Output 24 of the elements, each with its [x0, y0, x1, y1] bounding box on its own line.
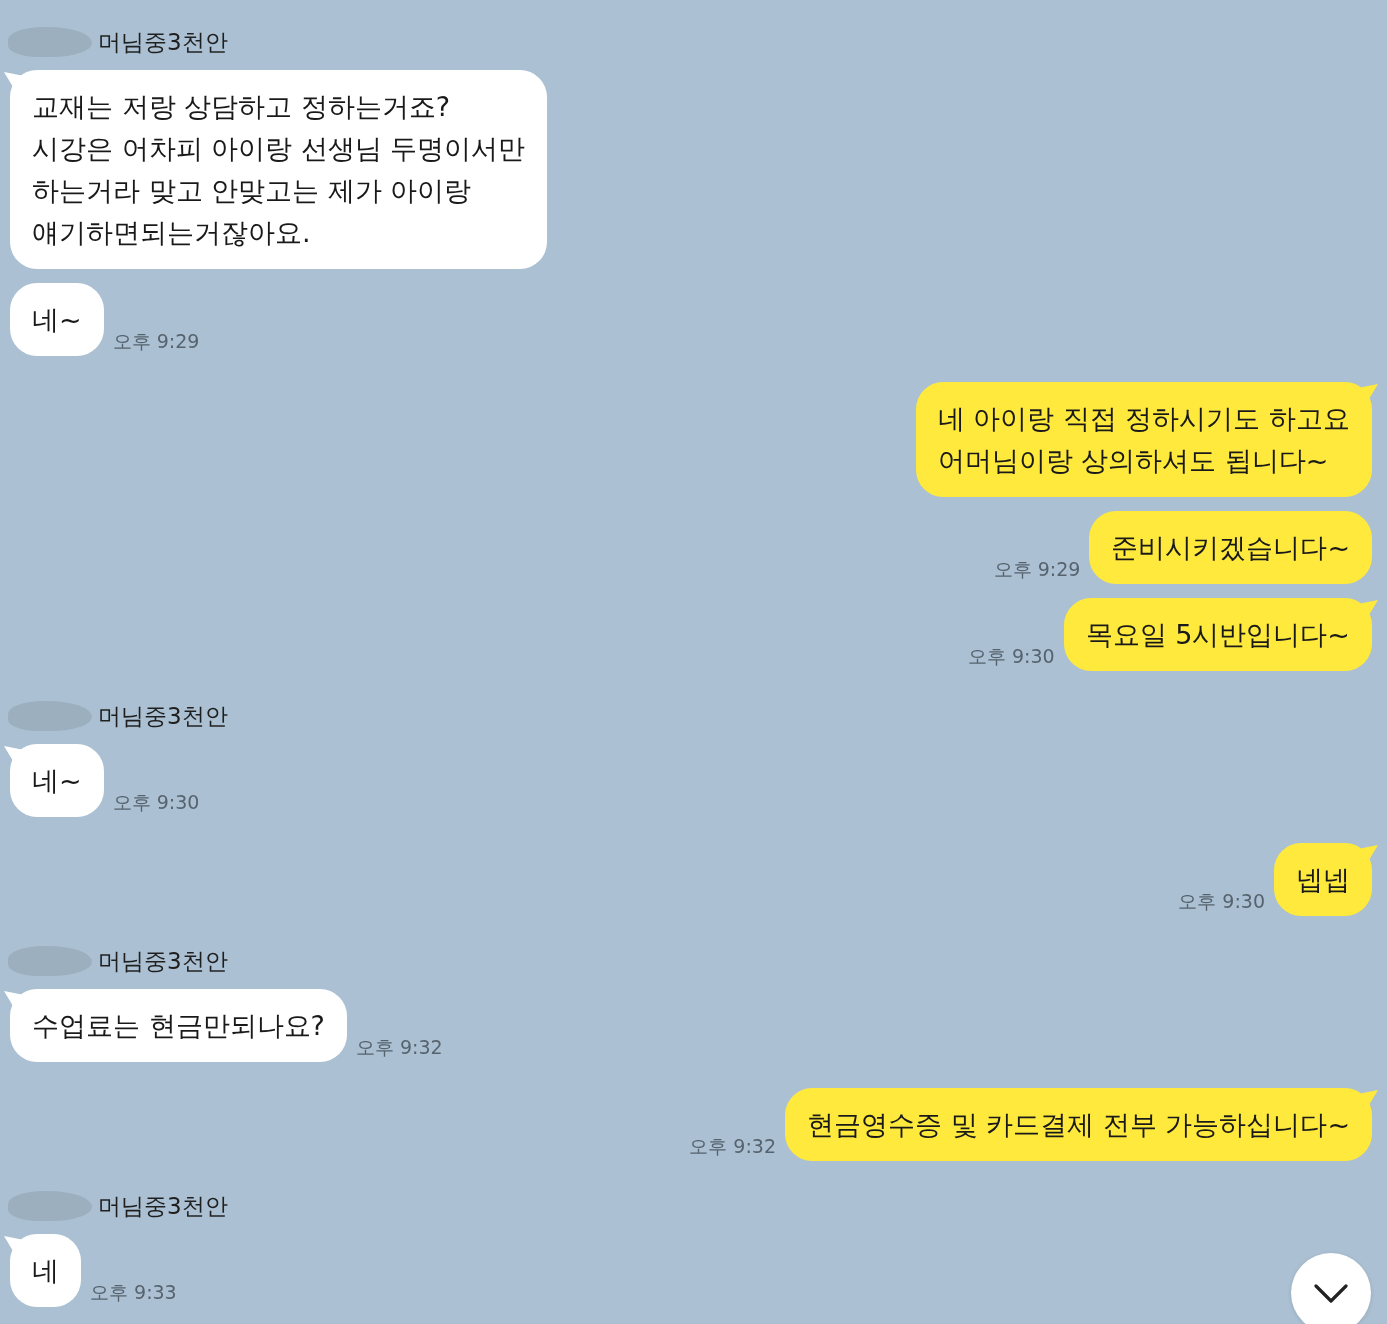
chat-bubble: 현금영수증 및 카드결제 전부 가능하십니다~ [785, 1088, 1378, 1161]
chat-bubble: 준비시키겠습니다~ [1089, 511, 1372, 584]
scroll-down-button[interactable] [1291, 1253, 1371, 1324]
timestamp: 오후 9:30 [112, 790, 200, 814]
sender-name: 머님중3천안 [98, 947, 228, 976]
timestamp: 오후 9:32 [689, 1134, 777, 1158]
chat-bubble: 수업료는 현금만되나요? [4, 989, 347, 1062]
sender-name: 머님중3천안 [98, 1192, 228, 1221]
timestamp: 오후 9:30 [967, 644, 1055, 668]
chat-bubble: 교재는 저랑 상담하고 정하는거죠? 시강은 어차피 아이랑 선생님 두명이서만 하는거라 맞고 안맞고는 제가 아이랑 얘기하면되는거잖아요. [4, 70, 548, 269]
chat-bubble: 목요일 5시반입니다~ [1063, 598, 1378, 671]
timestamp: 오후 9:32 [355, 1035, 443, 1059]
sender-name: 머님중3천안 [98, 28, 228, 57]
chat-bubble: 네~ [10, 283, 104, 356]
chat-bubble: 네~ [4, 744, 104, 817]
timestamp: 오후 9:30 [1178, 889, 1265, 913]
timestamp: 오후 9:29 [993, 557, 1081, 581]
chevron-down-icon [1314, 1283, 1348, 1303]
timestamp: 오후 9:29 [112, 329, 200, 353]
chat-bubble: 넵넵 [1274, 843, 1378, 916]
chat-bubble: 네 [4, 1234, 81, 1307]
chat-bubble: 네 아이랑 직접 정하시기도 하고요 어머님이랑 상의하셔도 됩니다~ [915, 382, 1378, 497]
timestamp: 오후 9:33 [90, 1280, 177, 1304]
sender-name: 머님중3천안 [98, 702, 228, 731]
